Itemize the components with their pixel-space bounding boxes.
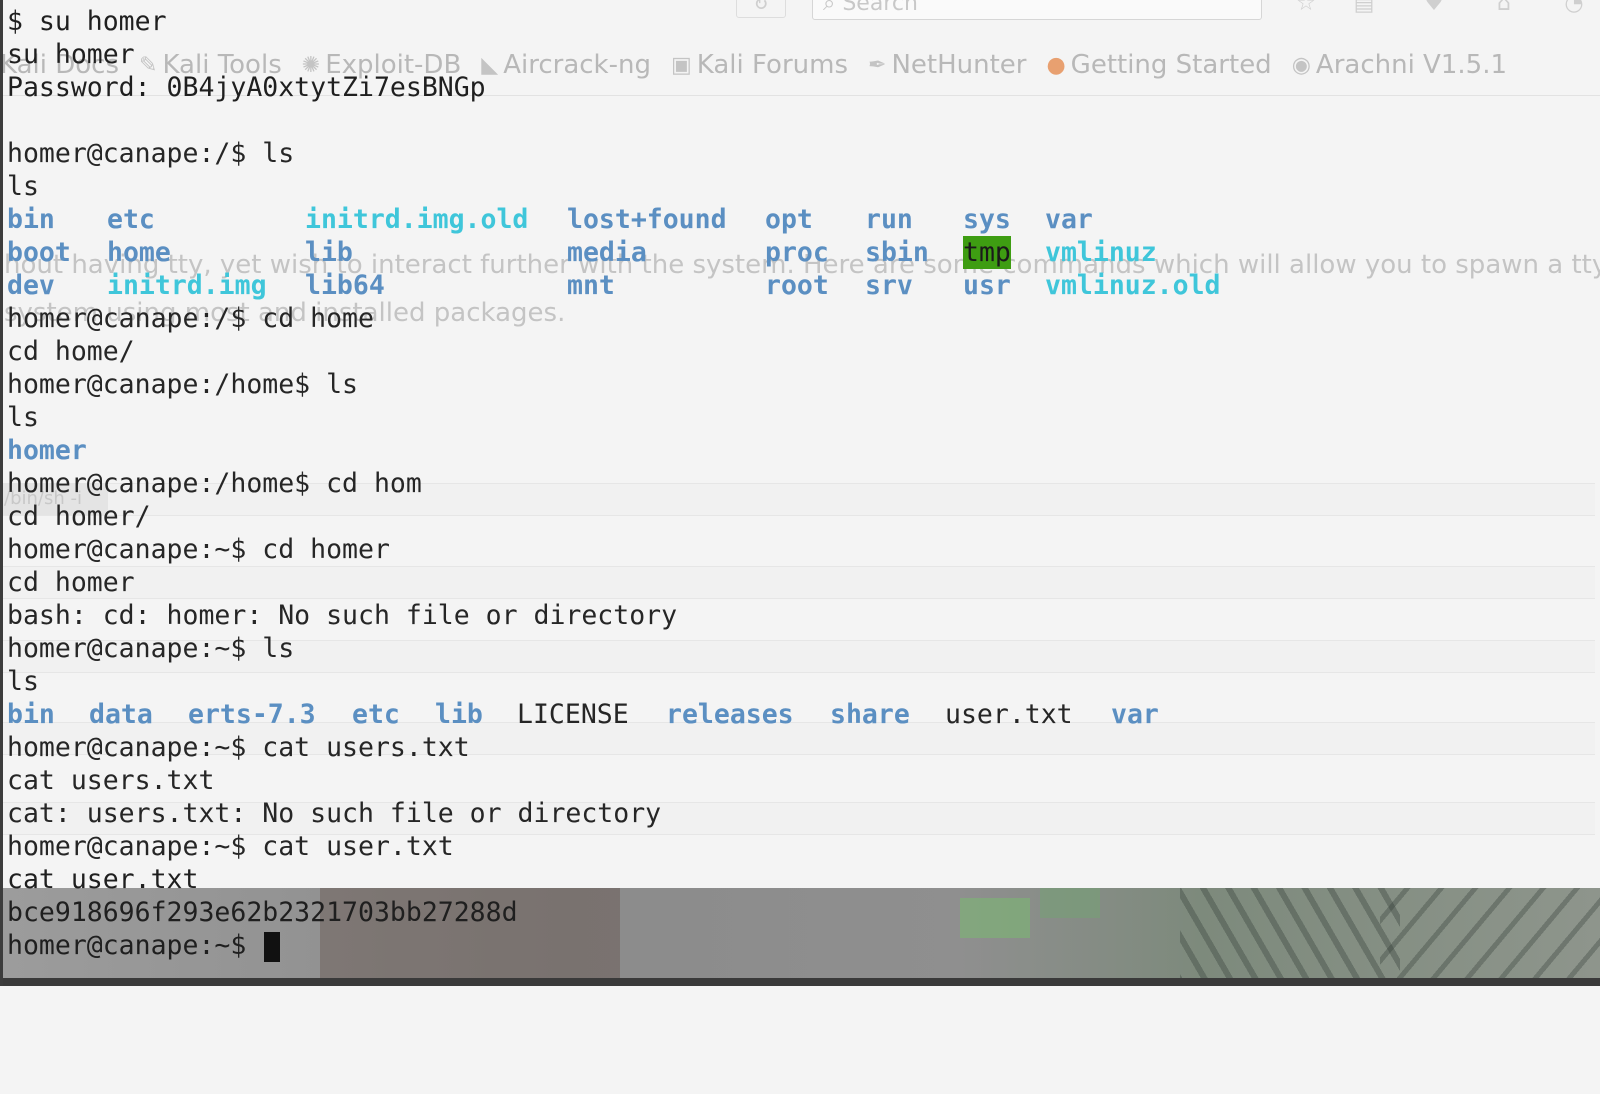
dir-entry: etc [352, 699, 400, 730]
dir-entry: var [1045, 204, 1093, 235]
dir-entry: root [765, 270, 829, 301]
terminal-line: cd homer/ [7, 501, 151, 532]
prompt-text: homer@canape:~$ [7, 930, 263, 961]
dir-entry: media [567, 237, 647, 268]
terminal-line: homer@canape:/$ cd home [7, 303, 374, 334]
terminal-line: su homer [7, 39, 135, 70]
terminal-line: Password: 0B4jyA0xtytZi7esBNGp [7, 72, 486, 103]
dir-entry: lib64 [305, 270, 385, 301]
ls-home-row: bin data erts-7.3 etc lib LICENSE releas… [7, 698, 1597, 731]
dir-entry: homer [7, 435, 87, 466]
terminal-error-line: bash: cd: homer: No such file or directo… [7, 600, 678, 631]
dir-entry: sys [963, 204, 1011, 235]
dir-entry: opt [765, 204, 813, 235]
link-entry: initrd.img.old [305, 204, 529, 235]
terminal-line: cd homer [7, 567, 135, 598]
terminal-line: homer@canape:~$ ls [7, 633, 295, 664]
terminal-line: homer@canape:~$ cat user.txt [7, 831, 454, 862]
file-entry-user-txt: user.txt [945, 699, 1073, 730]
terminal-line: ls [7, 171, 39, 202]
ls-root-row-2: boot home lib media proc sbin tmp vmlinu… [7, 236, 1597, 269]
dir-entry: data [89, 699, 153, 730]
dir-entry: srv [865, 270, 913, 301]
dir-entry: releases [666, 699, 794, 730]
terminal-line: cd home/ [7, 336, 135, 367]
terminal-line: ls [7, 402, 39, 433]
terminal-window[interactable]: $ su homer su homer Password: 0B4jyA0xty… [0, 0, 1600, 986]
terminal-line: homer@canape:~$ cd homer [7, 534, 390, 565]
dir-entry: lib [305, 237, 353, 268]
dir-entry: bin [7, 699, 55, 730]
dir-entry: run [865, 204, 913, 235]
terminal-line: cat user.txt [7, 864, 199, 895]
dir-entry: sbin [865, 237, 929, 268]
link-entry: vmlinuz.old [1045, 270, 1221, 301]
ls-root-row-1: bin etc initrd.img.old lost+found opt ru… [7, 203, 1597, 236]
dir-entry: proc [765, 237, 829, 268]
terminal-error-line: cat: users.txt: No such file or director… [7, 798, 662, 829]
terminal-line: homer@canape:/$ ls [7, 138, 295, 169]
dir-entry: boot [7, 237, 71, 268]
dir-entry: share [830, 699, 910, 730]
dir-entry: var [1111, 699, 1159, 730]
link-entry: vmlinuz [1045, 237, 1157, 268]
terminal-line: cat users.txt [7, 765, 215, 796]
dir-entry: bin [7, 204, 55, 235]
terminal-line: $ su homer [7, 6, 167, 37]
dir-entry: lib [435, 699, 483, 730]
user-flag-hash: bce918696f293e62b2321703bb27288d [7, 897, 518, 928]
dir-entry-tmp-highlighted: tmp [963, 236, 1011, 269]
terminal-line: homer@canape:~$ cat users.txt [7, 732, 470, 763]
ls-root-row-3: dev initrd.img lib64 mnt root srv usr vm… [7, 269, 1597, 302]
dir-entry: mnt [567, 270, 615, 301]
terminal-cursor [264, 931, 281, 962]
dir-entry: usr [963, 270, 1011, 301]
link-entry: initrd.img [107, 270, 267, 301]
terminal-line: homer@canape:/home$ ls [7, 369, 358, 400]
dir-entry: home [107, 237, 171, 268]
file-entry: LICENSE [517, 699, 629, 730]
terminal-line: homer@canape:/home$ cd hom [7, 468, 422, 499]
dir-entry: dev [7, 270, 55, 301]
dir-entry: etc [107, 204, 155, 235]
dir-entry: erts-7.3 [188, 699, 316, 730]
dir-entry: lost+found [567, 204, 727, 235]
terminal-prompt[interactable]: homer@canape:~$ [7, 929, 281, 962]
terminal-line: ls [7, 666, 39, 697]
